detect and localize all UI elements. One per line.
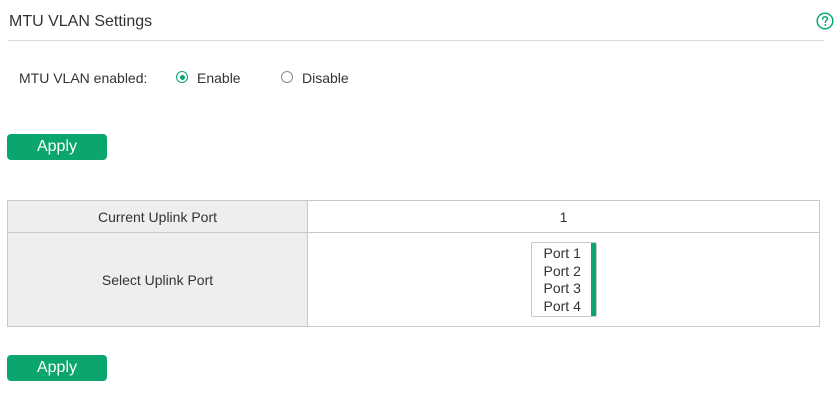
port-option-1[interactable]: Port 1	[532, 245, 596, 263]
apply-button-bottom[interactable]: Apply	[7, 355, 107, 381]
disable-radio-label[interactable]: Disable	[302, 70, 349, 86]
select-uplink-port-cell: Port 1 Port 2 Port 3 Port 4	[307, 232, 820, 327]
table-row: Current Uplink Port 1	[7, 200, 820, 233]
listbox-scrollbar[interactable]	[590, 243, 596, 316]
port-option-3[interactable]: Port 3	[532, 280, 596, 298]
port-option-2[interactable]: Port 2	[532, 263, 596, 281]
apply-button-top[interactable]: Apply	[7, 134, 107, 160]
uplink-port-listbox[interactable]: Port 1 Port 2 Port 3 Port 4	[530, 242, 597, 317]
mtu-vlan-enabled-label: MTU VLAN enabled:	[19, 70, 148, 86]
disable-radio-button[interactable]	[281, 71, 293, 83]
current-uplink-port-value: 1	[307, 200, 820, 233]
uplink-port-table: Current Uplink Port 1 Select Uplink Port…	[7, 200, 820, 327]
table-row: Select Uplink Port Port 1 Port 2 Port 3 …	[7, 232, 820, 327]
select-uplink-port-label: Select Uplink Port	[7, 232, 308, 327]
current-uplink-port-label: Current Uplink Port	[7, 200, 308, 233]
page-title: MTU VLAN Settings	[9, 13, 153, 30]
help-circle-icon[interactable]	[816, 12, 834, 30]
page-header: MTU VLAN Settings	[8, 0, 824, 41]
enable-radio-label[interactable]: Enable	[197, 70, 241, 86]
mtu-vlan-page: MTU VLAN Settings MTU VLAN enabled: Enab…	[0, 0, 840, 396]
radio-selected-dot	[179, 74, 185, 80]
enable-radio-button[interactable]	[176, 71, 188, 83]
port-option-4[interactable]: Port 4	[532, 298, 596, 316]
